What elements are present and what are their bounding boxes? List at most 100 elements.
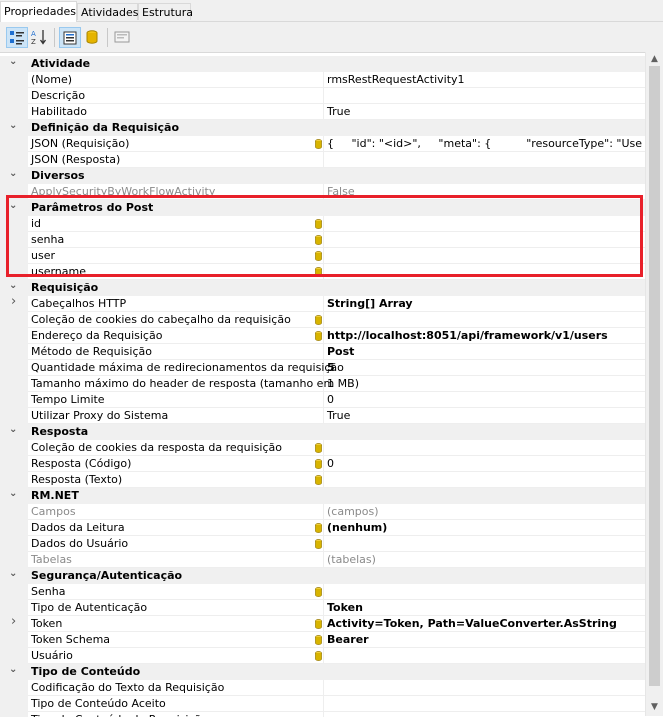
chevron-down-icon[interactable]: ⌄ xyxy=(9,425,19,435)
property-name-cell[interactable]: Cabeçalhos HTTP xyxy=(28,296,324,312)
property-row[interactable]: Coleção de cookies do cabeçalho da requi… xyxy=(0,312,645,328)
database-binding-icon[interactable] xyxy=(315,587,322,597)
property-value-cell[interactable]: 0 xyxy=(324,392,645,408)
property-value-cell[interactable]: (nenhum) xyxy=(324,520,645,536)
database-binding-icon[interactable] xyxy=(315,267,322,277)
tab-atividades[interactable]: Atividades xyxy=(77,3,138,20)
tab-propriedades[interactable]: Propriedades xyxy=(0,1,77,22)
property-row[interactable]: Resposta (Texto) xyxy=(0,472,645,488)
property-value-cell[interactable] xyxy=(324,536,645,552)
vertical-scrollbar[interactable]: ▲ ▼ xyxy=(645,52,663,716)
property-value-cell[interactable] xyxy=(324,248,645,264)
alphabetical-sort-button[interactable]: A Z xyxy=(29,27,51,48)
category-row[interactable]: ⌄ Parâmetros do Post xyxy=(0,200,645,216)
chevron-down-icon[interactable]: ⌄ xyxy=(9,569,19,579)
property-name-cell[interactable]: Tempo Limite xyxy=(28,392,324,408)
properties-view-button[interactable] xyxy=(59,27,81,48)
property-row[interactable]: Descrição xyxy=(0,88,645,104)
property-name-cell[interactable]: Tipo de Conteúdo da Requisição xyxy=(28,712,324,717)
category-row[interactable]: ⌄ RM.NET xyxy=(0,488,645,504)
property-row[interactable]: Utilizar Proxy do Sistema True xyxy=(0,408,645,424)
property-row[interactable]: Método de Requisição Post xyxy=(0,344,645,360)
chevron-down-icon[interactable]: ⌄ xyxy=(9,665,19,675)
property-name-cell[interactable]: Token xyxy=(28,616,324,632)
property-row[interactable]: Resposta (Código) 0 xyxy=(0,456,645,472)
database-binding-icon[interactable] xyxy=(315,459,322,469)
property-name-cell[interactable]: Utilizar Proxy do Sistema xyxy=(28,408,324,424)
property-row[interactable]: Quantidade máxima de redirecionamentos d… xyxy=(0,360,645,376)
database-binding-icon[interactable] xyxy=(315,235,322,245)
property-name-cell[interactable]: user xyxy=(28,248,324,264)
property-name-cell[interactable]: ApplySecurityByWorkFlowActivity xyxy=(28,184,324,200)
property-value-cell[interactable] xyxy=(324,152,645,168)
property-name-cell[interactable]: Habilitado xyxy=(28,104,324,120)
property-row[interactable]: Dados do Usuário xyxy=(0,536,645,552)
database-binding-icon[interactable] xyxy=(315,251,322,261)
property-row[interactable]: › Token Activity=Token, Path=ValueConverte… xyxy=(0,615,645,632)
database-binding-icon[interactable] xyxy=(315,619,322,629)
property-row[interactable]: Usuário xyxy=(0,648,645,664)
property-row[interactable]: id xyxy=(0,216,645,232)
category-row[interactable]: ⌄ Requisição xyxy=(0,280,645,296)
property-value-cell[interactable] xyxy=(324,472,645,488)
property-row[interactable]: Tipo de Conteúdo da Requisição xyxy=(0,712,645,717)
database-binding-icon[interactable] xyxy=(315,443,322,453)
property-name-cell[interactable]: Descrição xyxy=(28,88,324,104)
property-row[interactable]: Tamanho máximo do header de resposta (ta… xyxy=(0,376,645,392)
chevron-down-icon[interactable]: ⌄ xyxy=(9,57,19,67)
property-value-cell[interactable]: rmsRestRequestActivity1 xyxy=(324,72,645,88)
property-name-cell[interactable]: JSON (Requisição) xyxy=(28,136,324,152)
property-value-cell[interactable] xyxy=(324,584,645,600)
property-value-cell[interactable]: True xyxy=(324,408,645,424)
property-name-cell[interactable]: Tipo de Conteúdo Aceito xyxy=(28,696,324,712)
database-binding-icon[interactable] xyxy=(315,315,322,325)
property-name-cell[interactable]: Coleção de cookies da resposta da requis… xyxy=(28,440,324,456)
category-row[interactable]: ⌄ Definição da Requisição xyxy=(0,120,645,136)
property-value-cell[interactable]: { "id": "<id>", "meta": { "resourceType"… xyxy=(324,136,645,152)
tab-estrutura[interactable]: Estrutura xyxy=(138,3,193,20)
category-row[interactable]: ⌄ Diversos xyxy=(0,168,645,184)
property-name-cell[interactable]: Campos xyxy=(28,504,324,520)
property-name-cell[interactable]: Codificação do Texto da Requisição xyxy=(28,680,324,696)
property-name-cell[interactable]: Tamanho máximo do header de resposta (ta… xyxy=(28,376,359,392)
property-name-cell[interactable]: Resposta (Código) xyxy=(28,456,324,472)
chevron-down-icon[interactable]: ⌄ xyxy=(9,201,19,211)
property-value-cell[interactable]: (tabelas) xyxy=(324,552,645,568)
property-row[interactable]: Tipo de Conteúdo Aceito xyxy=(0,696,645,712)
property-value-cell[interactable]: 0 xyxy=(324,456,645,472)
property-name-cell[interactable]: Senha xyxy=(28,584,324,600)
property-row[interactable]: Dados da Leitura (nenhum) xyxy=(0,520,645,536)
property-value-cell[interactable]: False xyxy=(324,184,645,200)
property-row[interactable]: JSON (Requisição) { "id": "<id>", "meta":… xyxy=(0,136,645,152)
property-value-cell[interactable]: Post xyxy=(324,344,645,360)
property-value-cell[interactable] xyxy=(324,712,645,717)
chevron-down-icon[interactable]: ⌄ xyxy=(9,489,19,499)
property-value-cell[interactable]: 5 xyxy=(324,360,645,376)
property-row[interactable]: Tempo Limite 0 xyxy=(0,392,645,408)
property-value-cell[interactable] xyxy=(324,312,645,328)
property-value-cell[interactable] xyxy=(324,264,645,280)
property-name-cell[interactable]: Usuário xyxy=(28,648,324,664)
property-value-cell[interactable]: http://localhost:8051/api/framework/v1/u… xyxy=(324,328,645,344)
property-name-cell[interactable]: Tipo de Autenticação xyxy=(28,600,324,616)
database-button[interactable] xyxy=(82,27,104,48)
property-name-cell[interactable]: Dados da Leitura xyxy=(28,520,324,536)
database-binding-icon[interactable] xyxy=(315,635,322,645)
chevron-right-icon[interactable]: › xyxy=(11,295,21,308)
property-row[interactable]: Codificação do Texto da Requisição xyxy=(0,680,645,696)
scroll-up-icon[interactable]: ▲ xyxy=(650,55,659,64)
property-name-cell[interactable]: Coleção de cookies do cabeçalho da requi… xyxy=(28,312,324,328)
property-grid[interactable]: ⌄ Atividade (Nome) rmsRestRequestActivity1 D… xyxy=(0,52,645,717)
property-row[interactable]: Endereço da Requisição http://localhost:8… xyxy=(0,328,645,344)
database-binding-icon[interactable] xyxy=(315,651,322,661)
property-value-cell[interactable]: Activity=Token, Path=ValueConverter.AsSt… xyxy=(324,616,645,632)
database-binding-icon[interactable] xyxy=(315,475,322,485)
property-row[interactable]: Campos (campos) xyxy=(0,504,645,520)
chevron-down-icon[interactable]: ⌄ xyxy=(9,281,19,291)
category-row[interactable]: ⌄ Segurança/Autenticação xyxy=(0,568,645,584)
property-row[interactable]: Senha xyxy=(0,584,645,600)
property-row[interactable]: (Nome) rmsRestRequestActivity1 xyxy=(0,72,645,88)
property-name-cell[interactable]: JSON (Resposta) xyxy=(28,152,324,168)
property-row[interactable]: user xyxy=(0,248,645,264)
property-name-cell[interactable]: username xyxy=(28,264,324,280)
